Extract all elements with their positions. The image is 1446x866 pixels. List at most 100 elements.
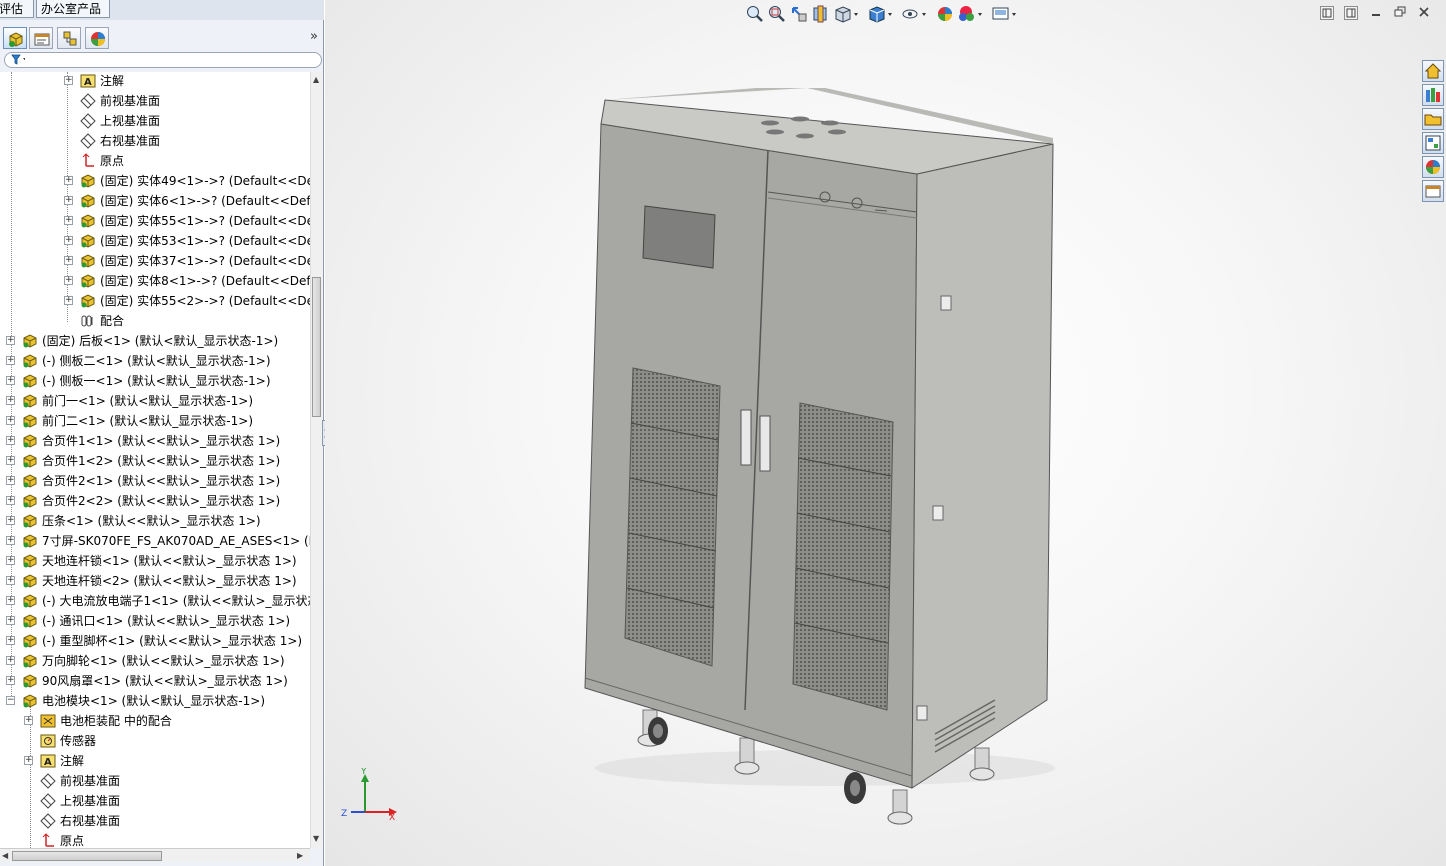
tree-row[interactable]: + 天地连杆锁<2> (默认<<默认>_显示状态 1>) xyxy=(0,571,310,591)
tree-row[interactable]: +7寸屏-SK070FE_FS_AK070AD_AE_ASES<1> (Defa… xyxy=(0,531,310,551)
tree-row[interactable]: 配合 xyxy=(0,311,310,331)
tree-row[interactable]: + (-) 重型脚杯<1> (默认<<默认>_显示状态 1>) xyxy=(0,631,310,651)
scrollbar-thumb[interactable] xyxy=(312,277,321,417)
horizontal-scrollbar-thumb[interactable] xyxy=(12,851,162,861)
display-style-icon[interactable] xyxy=(867,4,897,24)
view-orientation-icon[interactable] xyxy=(833,4,863,24)
tree-expand-toggle[interactable]: + xyxy=(6,356,15,365)
scroll-up-arrow-icon[interactable]: ▲ xyxy=(313,75,319,84)
tree-row[interactable]: + 合页件1<1> (默认<<默认>_显示状态 1>) xyxy=(0,431,310,451)
tree-row[interactable]: + 合页件2<2> (默认<<默认>_显示状态 1>) xyxy=(0,491,310,511)
tree-row[interactable]: 上视基准面 xyxy=(0,111,310,131)
scroll-down-arrow-icon[interactable]: ▼ xyxy=(313,834,319,843)
solidworks-resources-tab[interactable] xyxy=(1422,60,1444,82)
tree-expand-toggle[interactable]: + xyxy=(6,456,15,465)
tree-row[interactable]: + 合页件1<2> (默认<<默认>_显示状态 1>) xyxy=(0,451,310,471)
tree-expand-toggle[interactable]: + xyxy=(24,716,33,725)
appearances-tab[interactable] xyxy=(1422,156,1444,178)
tree-expand-toggle[interactable]: + xyxy=(6,496,15,505)
file-explorer-tab[interactable] xyxy=(1422,108,1444,130)
tree-row[interactable]: + 合页件2<1> (默认<<默认>_显示状态 1>) xyxy=(0,471,310,491)
config-tab-evaluate[interactable]: 评估 xyxy=(0,0,34,18)
tree-expand-toggle[interactable]: + xyxy=(6,596,15,605)
view-palette-tab[interactable] xyxy=(1422,132,1444,154)
tree-row[interactable]: + (-) 大电流放电端子1<1> (默认<<默认>_显示状态 1>) xyxy=(0,591,310,611)
tree-row[interactable]: +90风扇罩<1> (默认<<默认>_显示状态 1>) xyxy=(0,671,310,691)
configuration-manager-tab[interactable] xyxy=(57,27,81,49)
tree-expand-toggle[interactable]: + xyxy=(24,756,33,765)
zoom-to-area-icon[interactable] xyxy=(767,4,787,24)
tree-row[interactable]: + (固定) 实体55<2>->? (Default<<Default> xyxy=(0,291,310,311)
tree-row[interactable]: + (固定) 实体37<1>->? (Default<<Default> xyxy=(0,251,310,271)
tree-row[interactable]: + 前门二<1> (默认<默认_显示状态-1>) xyxy=(0,411,310,431)
tree-row[interactable]: 上视基准面 xyxy=(0,791,310,811)
tree-row[interactable]: + (-) 侧板二<1> (默认<默认_显示状态-1>) xyxy=(0,351,310,371)
tree-expand-toggle[interactable]: + xyxy=(64,256,73,265)
tree-expand-toggle[interactable]: + xyxy=(6,576,15,585)
tree-expand-toggle[interactable]: + xyxy=(64,176,73,185)
graphics-area[interactable]: Y X Z xyxy=(325,0,1446,866)
tree-expand-toggle[interactable]: + xyxy=(6,676,15,685)
tree-row[interactable]: + (-) 通讯口<1> (默认<<默认>_显示状态 1>) xyxy=(0,611,310,631)
property-manager-tab[interactable] xyxy=(29,27,53,49)
tree-row[interactable]: + 电池柜装配 中的配合 xyxy=(0,711,310,731)
expand-panel-button[interactable]: » xyxy=(310,29,318,44)
scroll-right-arrow-icon[interactable]: ▶ xyxy=(297,851,303,860)
tree-row[interactable]: 原点 xyxy=(0,151,310,171)
edit-appearance-icon[interactable] xyxy=(935,4,955,24)
tree-expand-toggle[interactable]: + xyxy=(6,376,15,385)
zoom-to-fit-icon[interactable] xyxy=(745,4,765,24)
tree-expand-toggle[interactable]: + xyxy=(6,516,15,525)
tree-expand-toggle[interactable]: + xyxy=(6,536,15,545)
tree-row[interactable]: 右视基准面 xyxy=(0,811,310,831)
tree-expand-toggle[interactable]: + xyxy=(6,336,15,345)
tree-row[interactable]: 前视基准面 xyxy=(0,91,310,111)
config-tab-office-products[interactable]: 办公室产品 xyxy=(36,0,110,18)
tree-expand-toggle[interactable]: + xyxy=(64,236,73,245)
tree-row[interactable]: + (-) 侧板一<1> (默认<默认_显示状态-1>) xyxy=(0,371,310,391)
filter-bar[interactable] xyxy=(4,52,322,68)
tree-row[interactable]: − 电池模块<1> (默认<默认_显示状态-1>) xyxy=(0,691,310,711)
tree-row[interactable]: + 前门一<1> (默认<默认_显示状态-1>) xyxy=(0,391,310,411)
tree-row[interactable]: + (固定) 实体6<1>->? (Default<<Default> xyxy=(0,191,310,211)
design-library-tab[interactable] xyxy=(1422,84,1444,106)
tree-horizontal-scrollbar[interactable]: ◀ ▶ xyxy=(0,848,310,862)
tree-row[interactable]: + (固定) 实体53<1>->? (Default<<Default> xyxy=(0,231,310,251)
tree-row[interactable]: 原点 xyxy=(0,831,310,848)
tree-row[interactable]: 前视基准面 xyxy=(0,771,310,791)
tree-expand-toggle[interactable]: + xyxy=(6,556,15,565)
view-settings-icon[interactable] xyxy=(991,4,1021,24)
tree-row[interactable]: + (固定) 实体8<1>->? (Default<<Default> xyxy=(0,271,310,291)
tree-expand-toggle[interactable]: + xyxy=(6,616,15,625)
tree-expand-toggle[interactable]: + xyxy=(6,656,15,665)
battery-cabinet-model[interactable] xyxy=(575,88,1065,828)
previous-view-icon[interactable] xyxy=(789,4,809,24)
tree-row[interactable]: + (固定) 实体49<1>->? (Default<<Default> xyxy=(0,171,310,191)
custom-properties-tab[interactable] xyxy=(1422,180,1444,202)
tree-expand-toggle[interactable]: + xyxy=(64,296,73,305)
tree-row[interactable]: + (固定) 实体55<1>->? (Default<<Default> xyxy=(0,211,310,231)
tile-right-button[interactable] xyxy=(1344,6,1358,20)
tree-expand-toggle[interactable]: + xyxy=(64,196,73,205)
tree-expand-toggle[interactable]: + xyxy=(6,396,15,405)
tree-vertical-scrollbar[interactable]: ▲ ▼ xyxy=(310,72,322,848)
tree-expand-toggle[interactable]: + xyxy=(64,276,73,285)
tree-row[interactable]: + A 注解 xyxy=(0,72,310,91)
tree-row[interactable]: + (固定) 后板<1> (默认<默认_显示状态-1>) xyxy=(0,331,310,351)
tree-row[interactable]: 右视基准面 xyxy=(0,131,310,151)
hide-show-items-icon[interactable] xyxy=(901,4,931,24)
tree-expand-toggle[interactable]: + xyxy=(6,416,15,425)
tile-left-button[interactable] xyxy=(1320,6,1334,20)
feature-manager-tab[interactable] xyxy=(3,27,27,49)
tree-expand-toggle[interactable]: + xyxy=(6,476,15,485)
section-view-icon[interactable] xyxy=(811,4,831,24)
apply-scene-icon[interactable] xyxy=(957,4,987,24)
tree-expand-toggle[interactable]: + xyxy=(64,216,73,225)
tree-expand-toggle[interactable]: + xyxy=(6,436,15,445)
restore-button[interactable] xyxy=(1394,6,1408,20)
tree-row[interactable]: + 万向脚轮<1> (默认<<默认>_显示状态 1>) xyxy=(0,651,310,671)
tree-expand-toggle[interactable]: + xyxy=(6,636,15,645)
scroll-left-arrow-icon[interactable]: ◀ xyxy=(2,851,8,860)
tree-row[interactable]: 传感器 xyxy=(0,731,310,751)
tree-row[interactable]: + A 注解 xyxy=(0,751,310,771)
